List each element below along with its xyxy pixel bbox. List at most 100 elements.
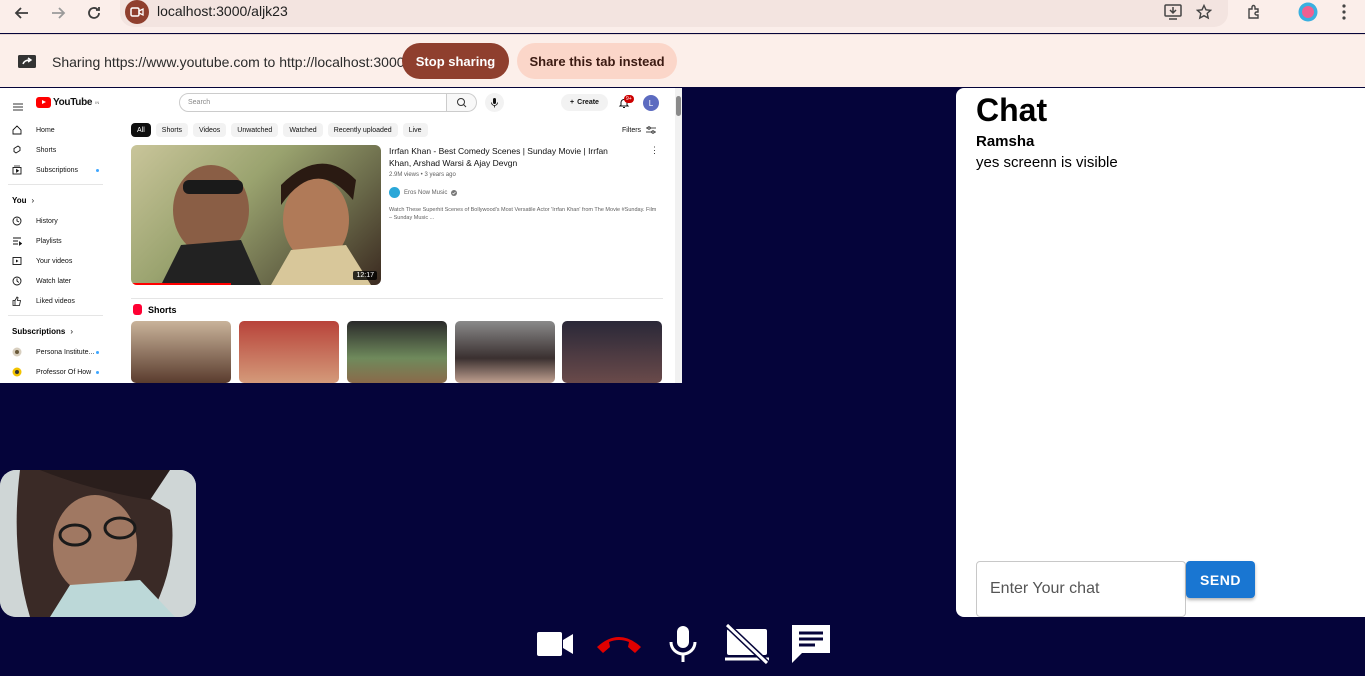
new-content-dot xyxy=(96,351,99,354)
chip-recently-uploaded: Recently uploaded xyxy=(327,123,398,137)
chat-input[interactable]: Enter Your chat xyxy=(976,561,1186,617)
chip-unwatched: Unwatched xyxy=(231,123,279,137)
shorts-logo-icon xyxy=(133,304,142,315)
youtube-logo: YouTube IN xyxy=(36,97,99,108)
screen-share-icon xyxy=(17,54,37,74)
video-thumbnail: 12:17 xyxy=(131,145,381,285)
subscriptions-icon xyxy=(12,165,22,175)
sidebar-item-home: Home xyxy=(0,120,115,140)
youtube-avatar: L xyxy=(643,95,659,111)
sharing-infobar: Sharing https://www.youtube.com to http:… xyxy=(0,34,1365,87)
bookmark-star-icon[interactable] xyxy=(1193,2,1215,22)
sidebar-divider xyxy=(8,184,103,185)
forward-icon[interactable] xyxy=(45,2,71,24)
channel-avatar xyxy=(12,367,22,377)
notification-badge: 9+ xyxy=(624,95,634,103)
sidebar-heading-subscriptions: Subscriptions › xyxy=(12,326,74,336)
microphone-toggle-button[interactable] xyxy=(667,622,699,666)
new-content-dot xyxy=(96,169,99,172)
address-bar[interactable]: localhost:3000/aljk23 xyxy=(120,0,1228,27)
sidebar-item-channel: Persona Institute... xyxy=(0,342,115,362)
sidebar-item-shorts: Shorts xyxy=(0,140,115,160)
local-camera-video xyxy=(0,470,196,617)
hamburger-icon xyxy=(13,98,23,116)
section-divider xyxy=(131,298,663,299)
channel-avatar xyxy=(12,347,22,357)
verified-icon xyxy=(451,189,458,196)
stop-sharing-button[interactable]: Stop sharing xyxy=(402,43,509,79)
home-icon xyxy=(12,125,22,135)
chat-message-text: yes screenn is visible xyxy=(976,154,1118,171)
share-this-tab-button[interactable]: Share this tab instead xyxy=(517,43,677,79)
thumbnail-image xyxy=(161,163,371,285)
short-thumbnail xyxy=(455,321,555,383)
chevron-right-icon: › xyxy=(31,195,35,205)
youtube-play-icon xyxy=(36,97,51,108)
recording-icon[interactable] xyxy=(125,0,149,24)
sidebar-item-your-videos: Your videos xyxy=(0,251,115,271)
camera-toggle-button[interactable] xyxy=(535,622,575,666)
channel-avatar xyxy=(389,187,400,198)
profile-avatar[interactable] xyxy=(1297,2,1319,22)
youtube-filter-chips: All Shorts Videos Unwatched Watched Rece… xyxy=(131,123,428,137)
video-meta: 2.9M views • 3 years ago xyxy=(389,172,456,178)
short-thumbnail xyxy=(562,321,662,383)
playlists-icon xyxy=(13,237,22,246)
chip-watched: Watched xyxy=(283,123,323,137)
video-duration: 12:17 xyxy=(353,271,377,280)
history-icon xyxy=(12,216,22,226)
thumbs-up-icon xyxy=(12,296,21,306)
chat-icon xyxy=(792,625,830,663)
chevron-right-icon: › xyxy=(70,326,74,336)
url-text: localhost:3000/aljk23 xyxy=(157,3,288,19)
filters-icon xyxy=(646,126,657,134)
youtube-create-button: + Create xyxy=(561,94,608,111)
video-channel: Eros Now Music xyxy=(389,187,458,198)
sharing-message: Sharing https://www.youtube.com to http:… xyxy=(52,54,405,70)
chat-title: Chat xyxy=(976,92,1048,128)
screen-share-toggle-button[interactable] xyxy=(722,622,772,666)
watch-later-icon xyxy=(12,276,22,286)
sidebar-heading-you: You › xyxy=(12,195,35,205)
sidebar-item-subscriptions: Subscriptions xyxy=(0,160,115,180)
sidebar-item-watch-later: Watch later xyxy=(0,271,115,291)
youtube-search-input: Search xyxy=(179,93,447,112)
camera-feed-image xyxy=(0,470,196,617)
back-icon[interactable] xyxy=(9,2,35,24)
sidebar-item-playlists: Playlists xyxy=(0,231,115,251)
shorts-icon xyxy=(13,145,21,154)
extensions-icon[interactable] xyxy=(1243,2,1265,22)
chip-shorts: Shorts xyxy=(155,123,189,137)
screen-share-off-icon xyxy=(724,623,770,665)
sidebar-item-history: History xyxy=(0,211,115,231)
install-app-icon[interactable] xyxy=(1162,2,1184,22)
short-thumbnail xyxy=(131,321,231,383)
chat-toggle-button[interactable] xyxy=(789,622,833,666)
video-description: Watch These Superhit Scenes of Bollywood… xyxy=(389,207,657,221)
short-thumbnail xyxy=(347,321,447,383)
watch-progress-bar xyxy=(131,283,231,285)
chip-live: Live xyxy=(402,123,428,137)
scrollbar-thumb xyxy=(676,96,681,116)
microphone-icon xyxy=(669,626,697,662)
end-call-button[interactable] xyxy=(594,622,644,666)
end-call-icon xyxy=(597,637,641,653)
more-options-icon: ⋮ xyxy=(650,145,659,155)
menu-icon[interactable] xyxy=(1333,2,1355,22)
sidebar-divider xyxy=(8,315,103,316)
chat-panel: Chat Ramsha yes screenn is visible Enter… xyxy=(956,88,1365,617)
youtube-filters: Filters xyxy=(622,126,657,134)
shorts-heading: Shorts xyxy=(133,304,177,315)
chip-all: All xyxy=(131,123,151,137)
shared-screen-video: YouTube IN Search + Create 9+ L Home Sho… xyxy=(0,88,682,383)
youtube-sidebar: Home Shorts Subscriptions You › History … xyxy=(0,120,115,382)
camera-icon xyxy=(537,632,573,656)
your-videos-icon xyxy=(12,257,22,265)
reload-icon[interactable] xyxy=(81,2,107,24)
short-thumbnail xyxy=(239,321,339,383)
chat-message-author: Ramsha xyxy=(976,133,1035,150)
chip-videos: Videos xyxy=(193,123,227,137)
youtube-search-button xyxy=(447,93,477,112)
send-button[interactable]: SEND xyxy=(1186,561,1255,598)
plus-icon: + xyxy=(570,99,575,106)
